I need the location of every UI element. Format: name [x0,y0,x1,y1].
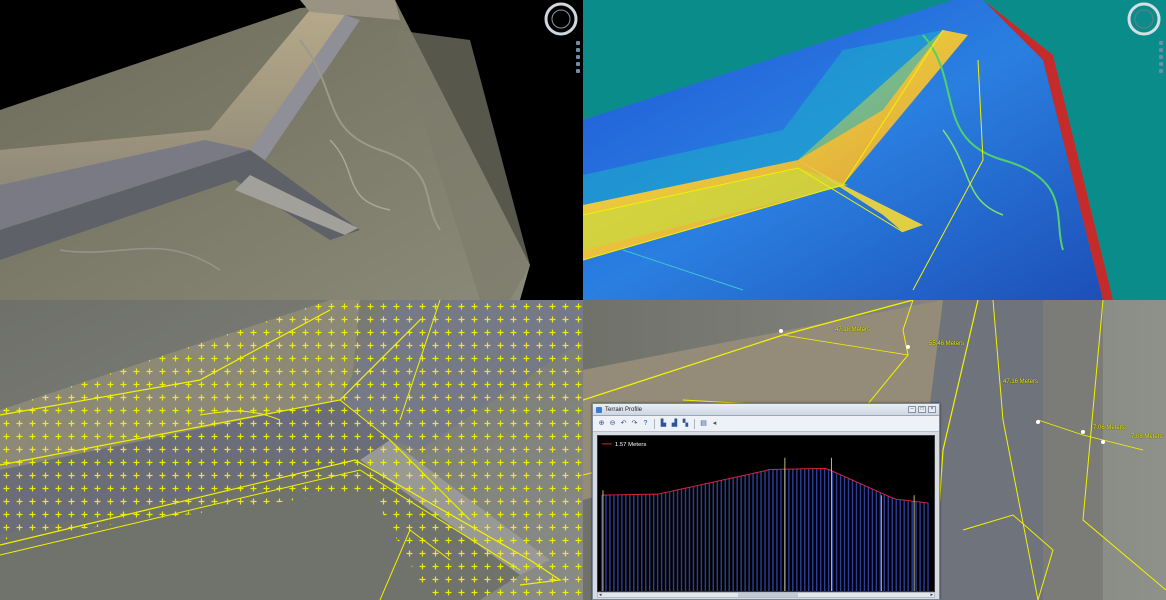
chart-area-icon[interactable]: ▟ [670,419,679,428]
measurement-label[interactable]: 7.08 Meters [1131,434,1163,440]
panel-elevation-colormap[interactable] [583,0,1166,300]
scroll-left-icon[interactable]: ◂ [599,592,602,598]
redo-icon[interactable]: ↷ [630,419,639,428]
chart-bar-icon[interactable]: ▙ [659,419,668,428]
measurement-label[interactable]: 7.06 Meters [1093,425,1125,431]
zoom-in-icon[interactable]: ⊕ [597,419,606,428]
panel-grid-points[interactable] [0,300,583,600]
colormap-surface [583,0,1113,300]
horizontal-scrollbar[interactable]: ◂ ▸ [597,592,935,598]
profile-bars [601,468,929,591]
panel-3d-terrain[interactable] [0,0,583,300]
legend-label: 1.57 Meters [615,442,646,448]
zoom-out-icon[interactable]: ⊖ [608,419,617,428]
compass-icon[interactable] [1125,0,1163,38]
maximize-button[interactable]: □ [918,406,926,413]
grid-point-surface [0,300,583,600]
navigation-controls[interactable] [1158,38,1164,84]
terrain-profile-titlebar[interactable]: Terrain Profile – □ × [593,404,939,416]
chart-line-icon[interactable]: ▚ [681,419,690,428]
terrain-surface [0,0,530,300]
measurement-label[interactable]: 47.18 Meters [835,327,870,333]
toolbar-separator [694,418,695,429]
scrollbar-thumb[interactable] [738,593,798,597]
terrain-profile-plot[interactable]: 1.57 Meters [597,435,935,592]
measurement-label[interactable]: 55.46 Meters [929,341,964,347]
terrain-profile-window[interactable]: Terrain Profile – □ × ⊕ ⊖ ↶ ↷ ? ▙ ▟ ▚ ▤ … [592,403,940,600]
window-title: Terrain Profile [605,407,643,413]
measurement-label[interactable]: 47.16 Meters [1003,379,1038,385]
navigation-controls[interactable] [575,38,581,84]
settings-icon[interactable]: ◂ [710,419,719,428]
app-icon [596,407,602,413]
scroll-right-icon[interactable]: ▸ [930,592,933,598]
close-button[interactable]: × [928,406,936,413]
terrain-profile-toolbar: ⊕ ⊖ ↶ ↷ ? ▙ ▟ ▚ ▤ ◂ [593,416,939,432]
compass-icon[interactable] [542,0,580,38]
undo-icon[interactable]: ↶ [619,419,628,428]
minimize-button[interactable]: – [908,406,916,413]
help-icon[interactable]: ? [641,419,650,428]
profile-chart: 1.57 Meters [601,442,929,591]
toolbar-separator [654,418,655,429]
export-icon[interactable]: ▤ [699,419,708,428]
